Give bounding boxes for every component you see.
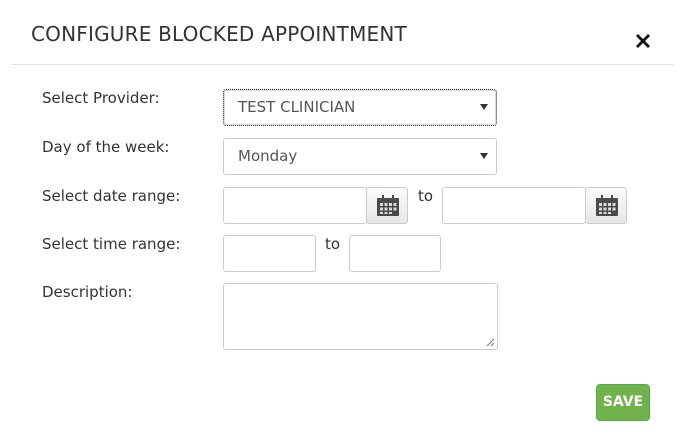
date-range-label: Select date range: (42, 187, 181, 205)
calendar-icon (377, 195, 399, 216)
resize-grip-icon[interactable] (486, 338, 495, 347)
end-date-input[interactable] (442, 187, 586, 224)
chevron-down-icon (480, 104, 488, 110)
time-range-label: Select time range: (42, 235, 181, 253)
save-button[interactable]: SAVE (596, 384, 650, 421)
dialog-title: CONFIGURE BLOCKED APPOINTMENT (31, 22, 407, 46)
provider-select[interactable]: TEST CLINICIAN (223, 89, 497, 126)
start-date-input[interactable] (223, 187, 367, 224)
provider-selected-value: TEST CLINICIAN (238, 98, 356, 116)
day-of-week-select[interactable]: Monday (223, 138, 497, 175)
time-range-to-label: to (325, 235, 341, 253)
start-time-input[interactable] (223, 235, 316, 272)
calendar-icon (596, 195, 618, 216)
day-of-week-selected-value: Monday (238, 147, 298, 165)
date-range-to-label: to (418, 187, 434, 205)
close-button[interactable] (632, 30, 654, 52)
end-date-calendar-button[interactable] (585, 187, 627, 224)
header-divider (11, 64, 674, 65)
description-textarea[interactable] (223, 283, 498, 350)
configure-blocked-appointment-dialog: CONFIGURE BLOCKED APPOINTMENT Select Pro… (0, 0, 684, 434)
end-time-input[interactable] (349, 235, 441, 272)
description-label: Description: (42, 283, 133, 301)
chevron-down-icon (480, 153, 488, 159)
close-x-icon (636, 34, 650, 48)
day-of-week-label: Day of the week: (42, 138, 170, 156)
provider-label: Select Provider: (42, 89, 160, 107)
start-date-calendar-button[interactable] (366, 187, 408, 224)
